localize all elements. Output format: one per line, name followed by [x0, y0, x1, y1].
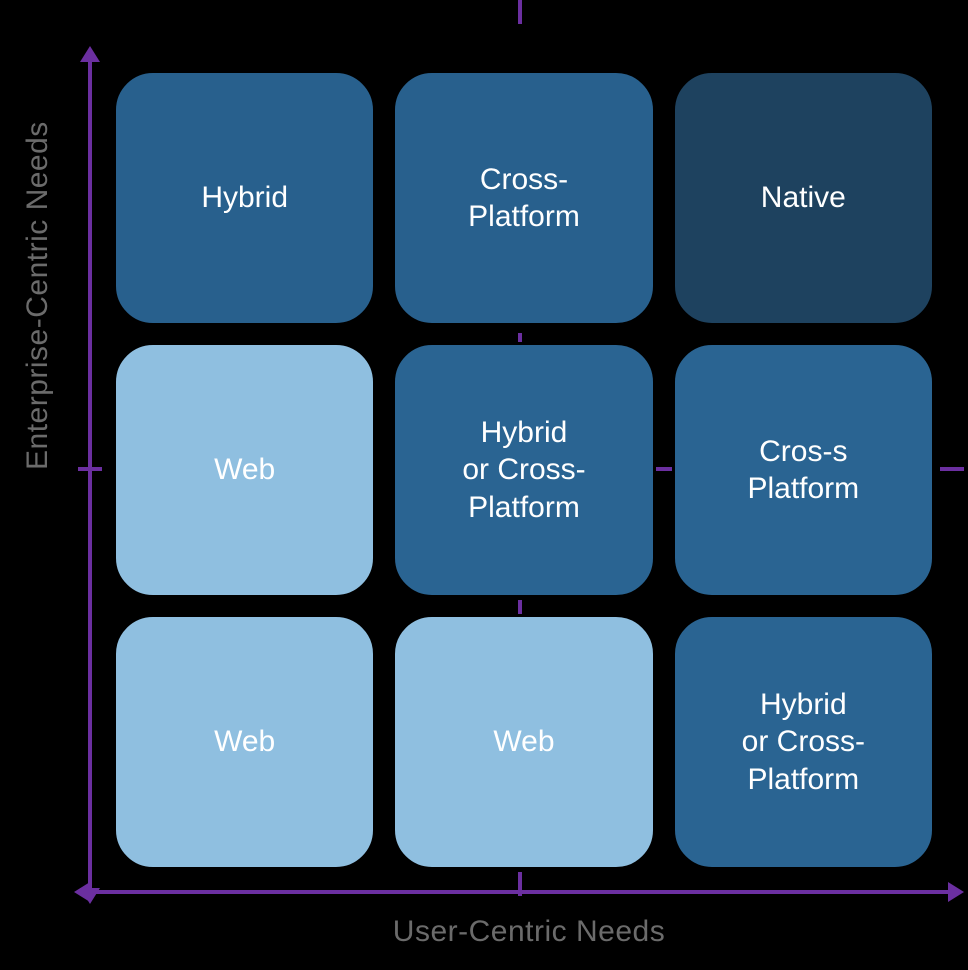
tick-top-icon: [518, 0, 522, 24]
cell-mid-enterprise-low-user: Web: [113, 342, 376, 598]
tick-far-right-icon: [940, 467, 964, 471]
matrix-grid: Hybrid Cross- Platform Native Web Hybrid…: [113, 70, 935, 870]
cell-mid-enterprise-mid-user: Hybrid or Cross- Platform: [392, 342, 655, 598]
y-axis-label: Enterprise-Centric Needs: [21, 121, 55, 470]
cell-low-enterprise-low-user: Web: [113, 614, 376, 870]
cell-high-enterprise-mid-user: Cross- Platform: [392, 70, 655, 326]
cell-mid-enterprise-high-user: Cros-s Platform: [672, 342, 935, 598]
cell-low-enterprise-high-user: Hybrid or Cross- Platform: [672, 614, 935, 870]
x-axis-arrow-icon: [88, 890, 950, 894]
x-axis-label: User-Centric Needs: [0, 915, 968, 949]
cell-high-enterprise-low-user: Hybrid: [113, 70, 376, 326]
matrix-diagram: Enterprise-Centric Needs User-Centric Ne…: [0, 0, 968, 970]
y-axis-arrow-icon: [88, 60, 92, 890]
cell-high-enterprise-high-user: Native: [672, 70, 935, 326]
cell-low-enterprise-mid-user: Web: [392, 614, 655, 870]
